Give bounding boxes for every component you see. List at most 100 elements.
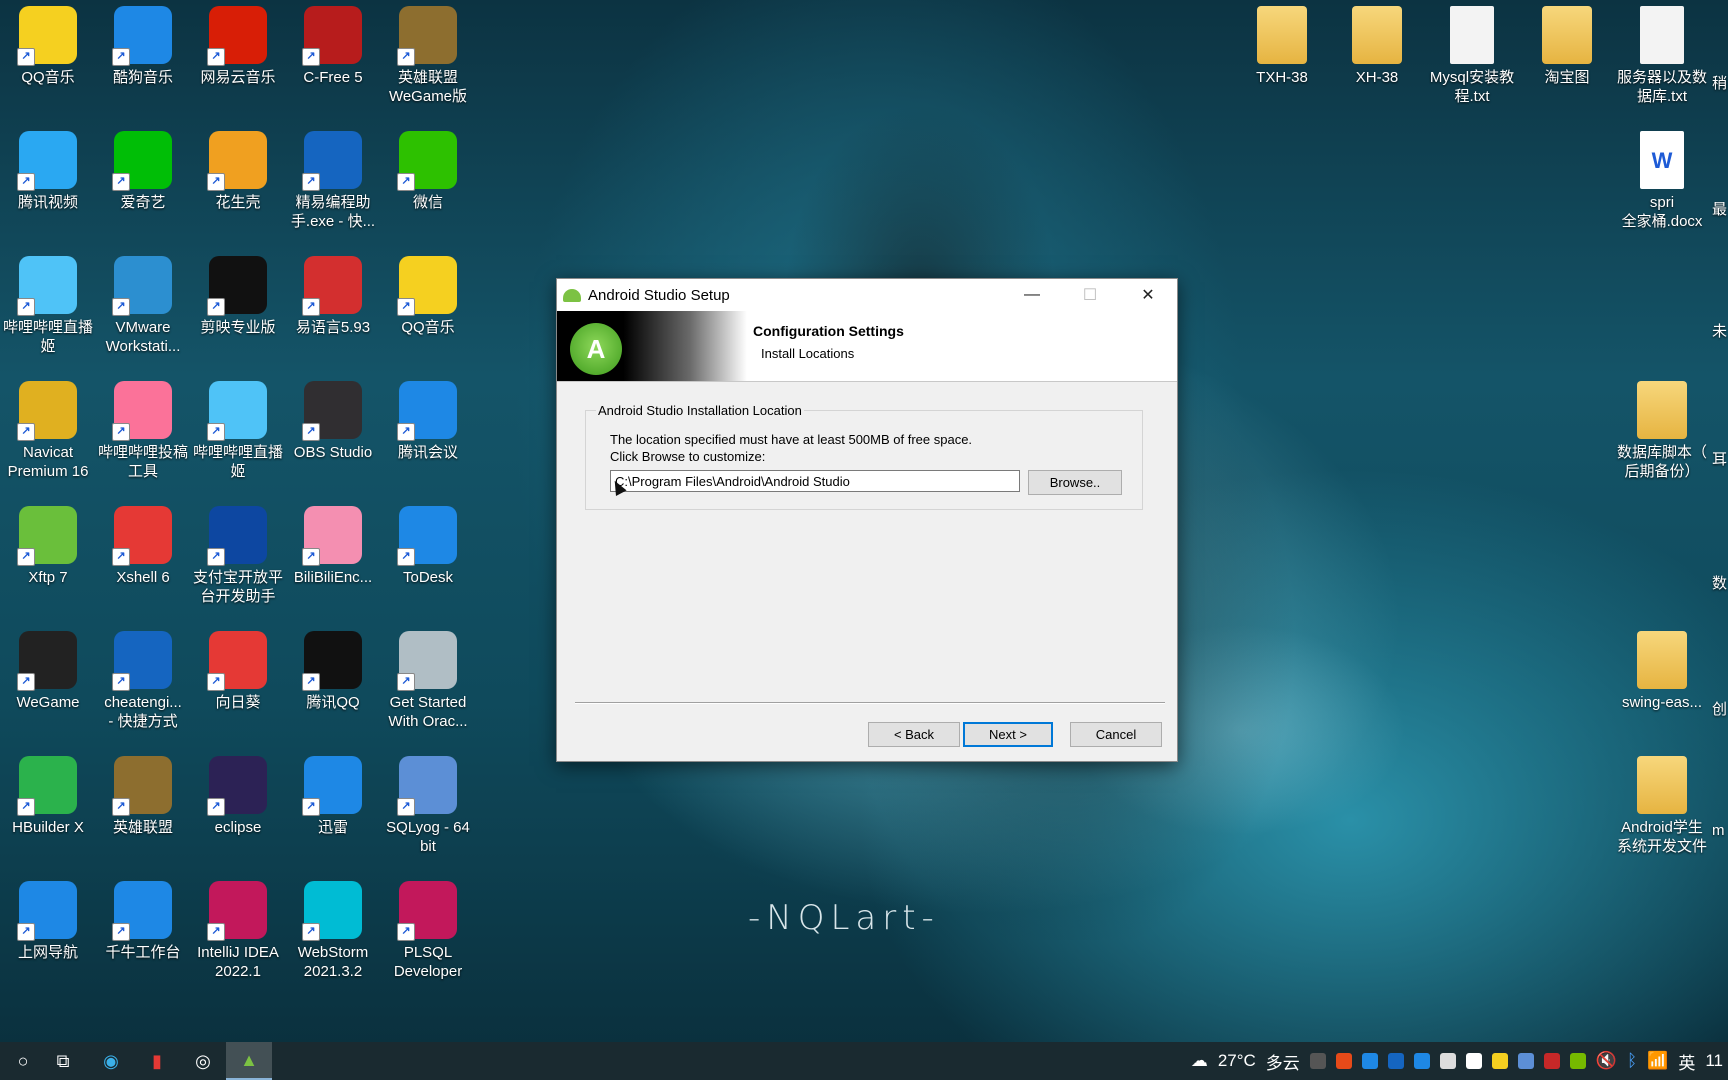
desktop-icon[interactable]: ↗ cheatengi... - 快捷方式 [96, 625, 190, 731]
clock-partial[interactable]: 11 [1705, 1051, 1723, 1071]
office-icon[interactable]: ▮ [134, 1042, 180, 1080]
desktop-icon[interactable]: ↗ 剪映专业版 [191, 250, 285, 337]
obs-taskbar-icon[interactable]: ◎ [180, 1042, 226, 1080]
qq-music-icon: ↗ [17, 6, 77, 66]
desktop-edge-label: 未 [1712, 323, 1728, 340]
eyuyan-icon: ↗ [302, 256, 362, 316]
battery-tray-icon[interactable] [1439, 1053, 1456, 1069]
cube-tray-icon[interactable] [1517, 1053, 1534, 1069]
next-button[interactable]: Next > [963, 722, 1053, 747]
bluetooth-icon[interactable]: ᛒ [1627, 1051, 1637, 1071]
network-icon[interactable]: 📶 [1647, 1051, 1668, 1071]
shortcut-arrow-icon: ↗ [112, 48, 130, 66]
desktop-icon[interactable]: ↗ Get Started With Orac... [381, 625, 475, 731]
close-button[interactable]: ✕ [1119, 279, 1177, 311]
desktop-icon[interactable]: ↗ C-Free 5 [286, 0, 380, 87]
desktop-icon[interactable]: ↗ 酷狗音乐 [96, 0, 190, 87]
desktop-icon[interactable]: ↗ 易语言5.93 [286, 250, 380, 337]
weather-desc[interactable]: 多云 [1266, 1049, 1300, 1074]
desktop-icon[interactable]: Wspri 全家桶.docx [1615, 125, 1709, 231]
desktop-icon[interactable]: Mysql安装教 程.txt [1425, 0, 1519, 106]
desktop-icon[interactable]: ↗ 哔哩哔哩直播 姬 [191, 375, 285, 481]
folder-icon [1257, 6, 1307, 64]
maximize-button[interactable]: ☐ [1061, 279, 1119, 311]
desktop-icon[interactable]: ↗ Navicat Premium 16 [1, 375, 95, 481]
desktop-icon[interactable]: ↗ QQ音乐 [1, 0, 95, 87]
desktop-icon[interactable]: ↗ 微信 [381, 125, 475, 212]
todesk-tray-icon[interactable] [1413, 1053, 1430, 1069]
cancel-button[interactable]: Cancel [1070, 722, 1162, 747]
obs-icon: ↗ [302, 381, 362, 441]
desktop-icon[interactable]: ↗ eclipse [191, 750, 285, 837]
desktop-icon[interactable]: ↗ 英雄联盟 WeGame版 [381, 0, 475, 106]
dialog-header: A Configuration Settings Install Locatio… [557, 311, 1177, 382]
shield-tray-icon[interactable] [1361, 1053, 1378, 1069]
desktop-icon[interactable]: ↗ 英雄联盟 [96, 750, 190, 837]
desktop-icon[interactable]: ↗ PLSQL Developer [381, 875, 475, 981]
intellij-icon: ↗ [207, 881, 267, 941]
desktop-icon[interactable]: 服务器以及数 据库.txt [1615, 0, 1709, 106]
xunlei-tray-icon[interactable] [1387, 1053, 1404, 1069]
desktop-icon-label: 英雄联盟 WeGame版 [388, 69, 468, 105]
desktop-icon[interactable]: swing-eas... [1615, 625, 1709, 712]
desktop-icon[interactable]: ↗ QQ音乐 [381, 250, 475, 337]
install-path-input[interactable] [610, 470, 1020, 492]
nvidia-tray-icon[interactable] [1569, 1053, 1586, 1069]
desktop-icon[interactable]: ↗ 上网导航 [1, 875, 95, 962]
desktop-icon[interactable]: ↗ 哔哩哔哩投稿 工具 [96, 375, 190, 481]
shortcut-arrow-icon: ↗ [17, 673, 35, 691]
cfree-icon: ↗ [302, 6, 362, 66]
desktop-icon[interactable]: ↗ 网易云音乐 [191, 0, 285, 87]
desktop-icon[interactable]: 数据库脚本（ 后期备份） [1615, 375, 1709, 481]
desktop-icon[interactable]: ↗ 爱奇艺 [96, 125, 190, 212]
weather-temp[interactable]: 27°C [1218, 1051, 1256, 1071]
desktop-icon[interactable]: ↗ 迅雷 [286, 750, 380, 837]
desktop-icon[interactable]: TXH-38 [1235, 0, 1329, 87]
ime-indicator[interactable]: 英 [1678, 1049, 1695, 1074]
desktop-icon[interactable]: ↗ 腾讯会议 [381, 375, 475, 462]
desktop-icon[interactable]: Android学生 系统开发文件 [1615, 750, 1709, 856]
desktop-icon[interactable]: ↗ 向日葵 [191, 625, 285, 712]
desktop-icon[interactable]: ↗ Xftp 7 [1, 500, 95, 587]
desktop-icon[interactable]: ↗ 花生壳 [191, 125, 285, 212]
volume-muted-icon[interactable]: 🔇 [1596, 1051, 1617, 1071]
desktop-icon[interactable]: ↗ 哔哩哔哩直播 姬 [1, 250, 95, 356]
security-tray-icon[interactable] [1543, 1053, 1560, 1069]
desktop-icon[interactable]: ↗ 腾讯QQ [286, 625, 380, 712]
desktop-icon[interactable]: ↗ SQLyog - 64 bit [381, 750, 475, 856]
desktop-icon[interactable]: ↗ VMware Workstati... [96, 250, 190, 356]
desktop-icon[interactable]: ↗ Xshell 6 [96, 500, 190, 587]
desktop-icon[interactable]: ↗ WebStorm 2021.3.2 [286, 875, 380, 981]
desktop-icon[interactable]: XH-38 [1330, 0, 1424, 87]
desktop-icon[interactable]: ↗ 支付宝开放平 台开发助手 [191, 500, 285, 606]
desktop-icon[interactable]: ↗ 千牛工作台 [96, 875, 190, 962]
desktop-icon[interactable]: ↗ WeGame [1, 625, 95, 712]
browse-button[interactable]: Browse.. [1028, 470, 1122, 495]
desktop-icon[interactable]: ↗ OBS Studio [286, 375, 380, 462]
todesk-icon: ↗ [397, 506, 457, 566]
desktop-icon[interactable]: ↗ IntelliJ IDEA 2022.1 [191, 875, 285, 981]
desktop-icon[interactable]: 淘宝图 [1520, 0, 1614, 87]
back-button[interactable]: < Back [868, 722, 960, 747]
sunlogin-tray-icon[interactable] [1335, 1053, 1352, 1069]
desktop-icon[interactable]: ↗ ToDesk [381, 500, 475, 587]
desktop-icon[interactable]: ↗ HBuilder X [1, 750, 95, 837]
minimize-button[interactable]: — [1003, 279, 1061, 311]
desktop-icon[interactable]: ↗ BiliBiliEnc... [286, 500, 380, 587]
android-studio-taskbar-icon[interactable]: ▲ [226, 1042, 272, 1080]
obs-tray-icon[interactable] [1309, 1053, 1326, 1069]
mic-tray-icon[interactable] [1465, 1053, 1482, 1069]
desktop-icon[interactable]: ↗ 腾讯视频 [1, 125, 95, 212]
desktop-icon-label: 网易云音乐 [200, 69, 276, 86]
webstorm-icon: ↗ [302, 881, 362, 941]
wegame-icon: ↗ [17, 631, 77, 691]
weather-cloud-icon[interactable]: ☁ [1191, 1051, 1208, 1071]
edge-browser-icon[interactable]: ◉ [88, 1042, 134, 1080]
shortcut-arrow-icon: ↗ [112, 798, 130, 816]
shortcut-arrow-icon: ↗ [207, 173, 225, 191]
folder-icon [1637, 381, 1687, 439]
task-view-icon[interactable]: ⧉ [40, 1042, 86, 1080]
dialog-titlebar[interactable]: Android Studio Setup — ☐ ✕ [557, 279, 1177, 311]
qq-music-tray-icon[interactable] [1491, 1053, 1508, 1069]
desktop-icon[interactable]: ↗ 精易编程助 手.exe - 快... [286, 125, 380, 231]
